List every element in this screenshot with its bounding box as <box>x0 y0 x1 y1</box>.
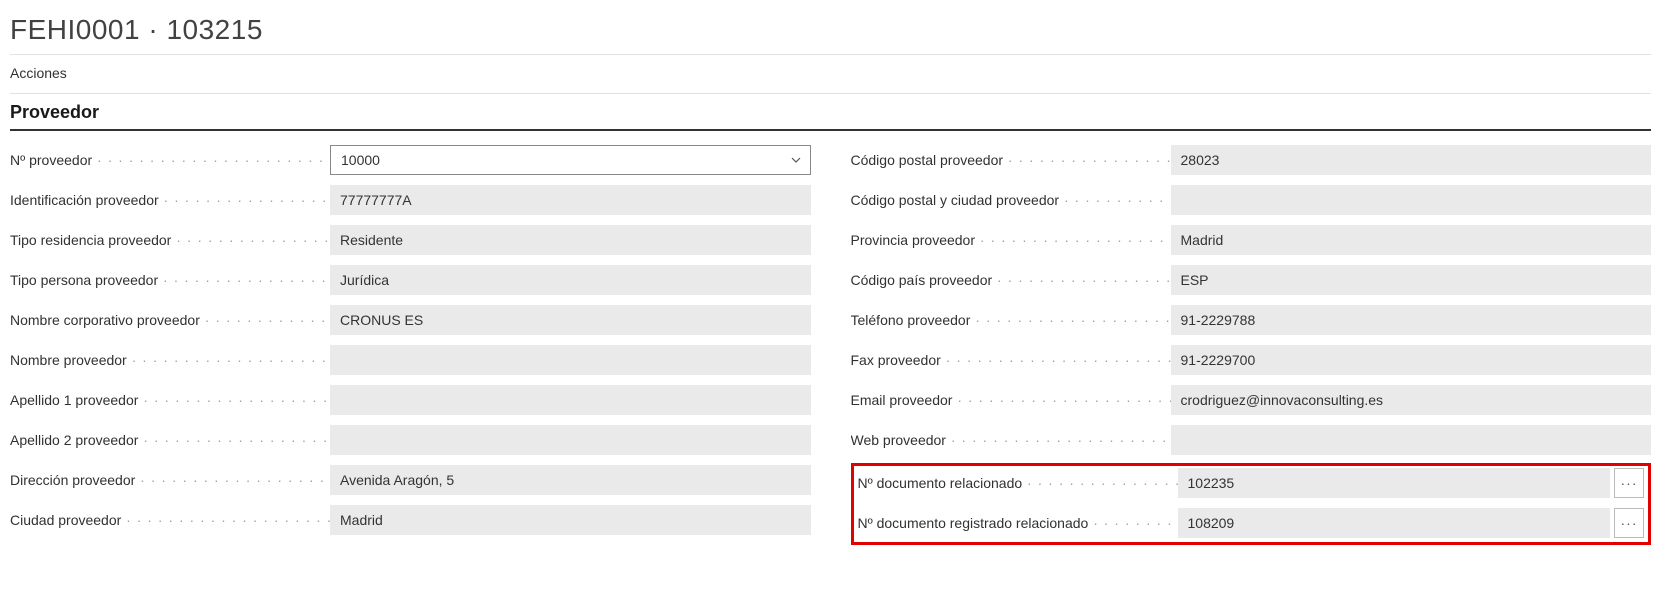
value-cp-ciudad[interactable] <box>1171 185 1652 215</box>
value-nombre[interactable] <box>330 345 811 375</box>
field-cp-ciudad: Código postal y ciudad proveedor <box>851 185 1652 215</box>
value-ciudad[interactable]: Madrid <box>330 505 811 535</box>
field-provincia: Provincia proveedor Madrid <box>851 225 1652 255</box>
value-cp[interactable]: 28023 <box>1171 145 1652 175</box>
label-tipo-residencia: Tipo residencia proveedor <box>10 232 330 248</box>
label-apellido1: Apellido 1 proveedor <box>10 392 330 408</box>
actions-menu[interactable]: Acciones <box>10 55 1651 93</box>
label-cp: Código postal proveedor <box>851 152 1171 168</box>
highlight-annotation: Nº documento relacionado 102235 ··· Nº d… <box>851 463 1652 545</box>
label-telefono: Teléfono proveedor <box>851 312 1171 328</box>
value-provincia[interactable]: Madrid <box>1171 225 1652 255</box>
value-tipo-persona[interactable]: Jurídica <box>330 265 811 295</box>
section-divider <box>10 129 1651 131</box>
page-title: FEHI0001 · 103215 <box>10 8 1651 54</box>
lookup-button-doc-registrado-relacionado[interactable]: ··· <box>1614 508 1644 538</box>
field-nombre: Nombre proveedor <box>10 345 811 375</box>
value-pais[interactable]: ESP <box>1171 265 1652 295</box>
value-apellido2[interactable] <box>330 425 811 455</box>
label-num-proveedor: Nº proveedor <box>10 152 330 168</box>
field-direccion: Dirección proveedor Avenida Aragón, 5 <box>10 465 811 495</box>
label-web: Web proveedor <box>851 432 1171 448</box>
field-num-proveedor: Nº proveedor 10000 <box>10 145 811 175</box>
label-cp-ciudad: Código postal y ciudad proveedor <box>851 192 1171 208</box>
field-email: Email proveedor crodriguez@innovaconsult… <box>851 385 1652 415</box>
chevron-down-icon <box>790 154 802 166</box>
label-doc-registrado-relacionado: Nº documento registrado relacionado <box>858 515 1178 531</box>
value-id-proveedor[interactable]: 77777777A <box>330 185 811 215</box>
label-nombre: Nombre proveedor <box>10 352 330 368</box>
field-tipo-persona: Tipo persona proveedor Jurídica <box>10 265 811 295</box>
value-nombre-corp[interactable]: CRONUS ES <box>330 305 811 335</box>
field-cp: Código postal proveedor 28023 <box>851 145 1652 175</box>
field-ciudad: Ciudad proveedor Madrid <box>10 505 811 535</box>
label-ciudad: Ciudad proveedor <box>10 512 330 528</box>
label-provincia: Provincia proveedor <box>851 232 1171 248</box>
field-doc-relacionado: Nº documento relacionado 102235 ··· <box>858 468 1645 498</box>
field-tipo-residencia: Tipo residencia proveedor Residente <box>10 225 811 255</box>
value-fax[interactable]: 91-2229700 <box>1171 345 1652 375</box>
value-web[interactable] <box>1171 425 1652 455</box>
value-email[interactable]: crodriguez@innovaconsulting.es <box>1171 385 1652 415</box>
field-pais: Código país proveedor ESP <box>851 265 1652 295</box>
label-email: Email proveedor <box>851 392 1171 408</box>
ellipsis-icon: ··· <box>1621 475 1638 491</box>
value-direccion[interactable]: Avenida Aragón, 5 <box>330 465 811 495</box>
field-telefono: Teléfono proveedor 91-2229788 <box>851 305 1652 335</box>
label-direccion: Dirección proveedor <box>10 472 330 488</box>
lookup-button-doc-relacionado[interactable]: ··· <box>1614 468 1644 498</box>
field-doc-registrado-relacionado: Nº documento registrado relacionado 1082… <box>858 508 1645 538</box>
label-id-proveedor: Identificación proveedor <box>10 192 330 208</box>
value-doc-registrado-relacionado[interactable]: 108209 <box>1178 508 1611 538</box>
form-column-right: Código postal proveedor 28023 Código pos… <box>851 145 1652 545</box>
label-tipo-persona: Tipo persona proveedor <box>10 272 330 288</box>
input-num-proveedor[interactable]: 10000 <box>330 145 811 175</box>
field-fax: Fax proveedor 91-2229700 <box>851 345 1652 375</box>
label-pais: Código país proveedor <box>851 272 1171 288</box>
label-fax: Fax proveedor <box>851 352 1171 368</box>
label-nombre-corp: Nombre corporativo proveedor <box>10 312 330 328</box>
field-id-proveedor: Identificación proveedor 77777777A <box>10 185 811 215</box>
label-doc-relacionado: Nº documento relacionado <box>858 475 1178 491</box>
value-apellido1[interactable] <box>330 385 811 415</box>
form-column-left: Nº proveedor 10000 Identificación provee… <box>10 145 811 545</box>
value-telefono[interactable]: 91-2229788 <box>1171 305 1652 335</box>
field-apellido2: Apellido 2 proveedor <box>10 425 811 455</box>
value-tipo-residencia[interactable]: Residente <box>330 225 811 255</box>
field-apellido1: Apellido 1 proveedor <box>10 385 811 415</box>
ellipsis-icon: ··· <box>1621 515 1638 531</box>
section-heading-proveedor[interactable]: Proveedor <box>10 94 1651 129</box>
field-web: Web proveedor <box>851 425 1652 455</box>
value-doc-relacionado[interactable]: 102235 <box>1178 468 1611 498</box>
field-nombre-corp: Nombre corporativo proveedor CRONUS ES <box>10 305 811 335</box>
label-apellido2: Apellido 2 proveedor <box>10 432 330 448</box>
